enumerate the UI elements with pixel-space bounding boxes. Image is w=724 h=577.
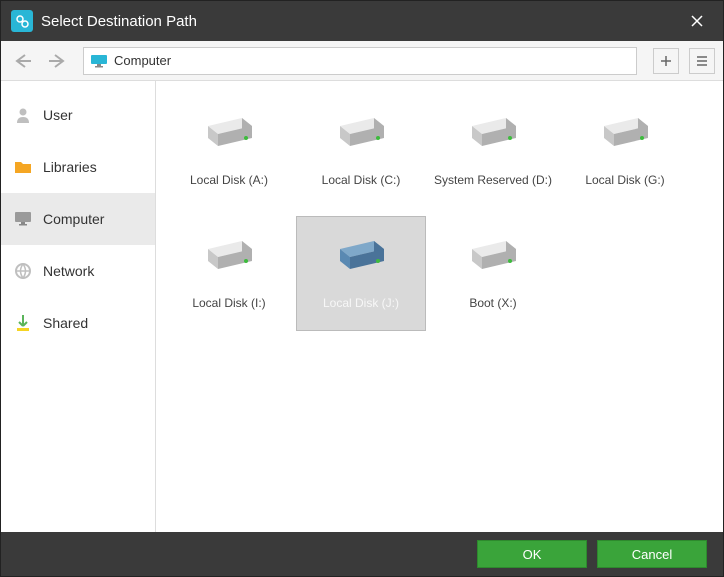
sidebar-item-label: Shared <box>43 315 88 331</box>
toolbar: Computer <box>1 41 723 81</box>
disk-icon <box>202 114 256 159</box>
drive-grid: Local Disk (A:) Local Disk (C:) System Res… <box>164 93 715 331</box>
sidebar-item-computer[interactable]: Computer <box>1 193 155 245</box>
drive-item[interactable]: Boot (X:) <box>428 216 558 331</box>
window-title: Select Destination Path <box>41 13 673 30</box>
disk-icon <box>334 237 388 282</box>
shared-icon <box>13 313 33 333</box>
disk-icon <box>466 114 520 159</box>
drive-label: Boot (X:) <box>469 296 516 310</box>
select-path-dialog: Select Destination Path Computer User Lib… <box>0 0 724 577</box>
disk-icon <box>334 114 388 159</box>
ok-button[interactable]: OK <box>477 540 587 568</box>
drive-item[interactable]: Local Disk (G:) <box>560 93 690 208</box>
arrow-left-icon <box>13 53 33 69</box>
plus-icon <box>659 54 673 68</box>
sidebar-item-libraries[interactable]: Libraries <box>1 141 155 193</box>
titlebar: Select Destination Path <box>1 1 723 41</box>
sidebar-item-label: Computer <box>43 211 104 227</box>
path-bar[interactable]: Computer <box>83 47 637 75</box>
nav-forward-button[interactable] <box>43 47 71 75</box>
close-icon <box>691 15 703 27</box>
cancel-button[interactable]: Cancel <box>597 540 707 568</box>
footer: OK Cancel <box>1 532 723 576</box>
new-folder-button[interactable] <box>653 48 679 74</box>
sidebar-item-label: User <box>43 107 73 123</box>
arrow-right-icon <box>47 53 67 69</box>
sidebar-item-network[interactable]: Network <box>1 245 155 297</box>
sidebar: User Libraries Computer Network Shared <box>1 81 156 532</box>
dialog-body: User Libraries Computer Network Shared Local… <box>1 81 723 532</box>
sidebar-item-label: Libraries <box>43 159 97 175</box>
content-pane: Local Disk (A:) Local Disk (C:) System Res… <box>156 81 723 532</box>
drive-item[interactable]: Local Disk (I:) <box>164 216 294 331</box>
drive-item[interactable]: Local Disk (A:) <box>164 93 294 208</box>
drive-item[interactable]: System Reserved (D:) <box>428 93 558 208</box>
list-icon <box>695 54 709 68</box>
user-icon <box>13 105 33 125</box>
disk-icon <box>598 114 652 159</box>
computer-icon <box>13 209 33 229</box>
disk-icon <box>202 237 256 282</box>
view-list-button[interactable] <box>689 48 715 74</box>
sidebar-item-user[interactable]: User <box>1 89 155 141</box>
path-label: Computer <box>114 53 171 68</box>
close-button[interactable] <box>681 5 713 37</box>
sidebar-item-label: Network <box>43 263 94 279</box>
drive-label: Local Disk (C:) <box>322 173 401 187</box>
computer-icon <box>90 54 108 68</box>
drive-label: Local Disk (I:) <box>192 296 265 310</box>
drive-item[interactable]: Local Disk (C:) <box>296 93 426 208</box>
drive-label: Local Disk (G:) <box>585 173 664 187</box>
folder-icon <box>13 157 33 177</box>
drive-label: System Reserved (D:) <box>434 173 552 187</box>
network-icon <box>13 261 33 281</box>
sidebar-item-shared[interactable]: Shared <box>1 297 155 349</box>
disk-icon <box>466 237 520 282</box>
app-logo-icon <box>11 10 33 32</box>
drive-label: Local Disk (J:) <box>323 296 399 310</box>
nav-back-button[interactable] <box>9 47 37 75</box>
drive-label: Local Disk (A:) <box>190 173 268 187</box>
drive-item[interactable]: Local Disk (J:) <box>296 216 426 331</box>
